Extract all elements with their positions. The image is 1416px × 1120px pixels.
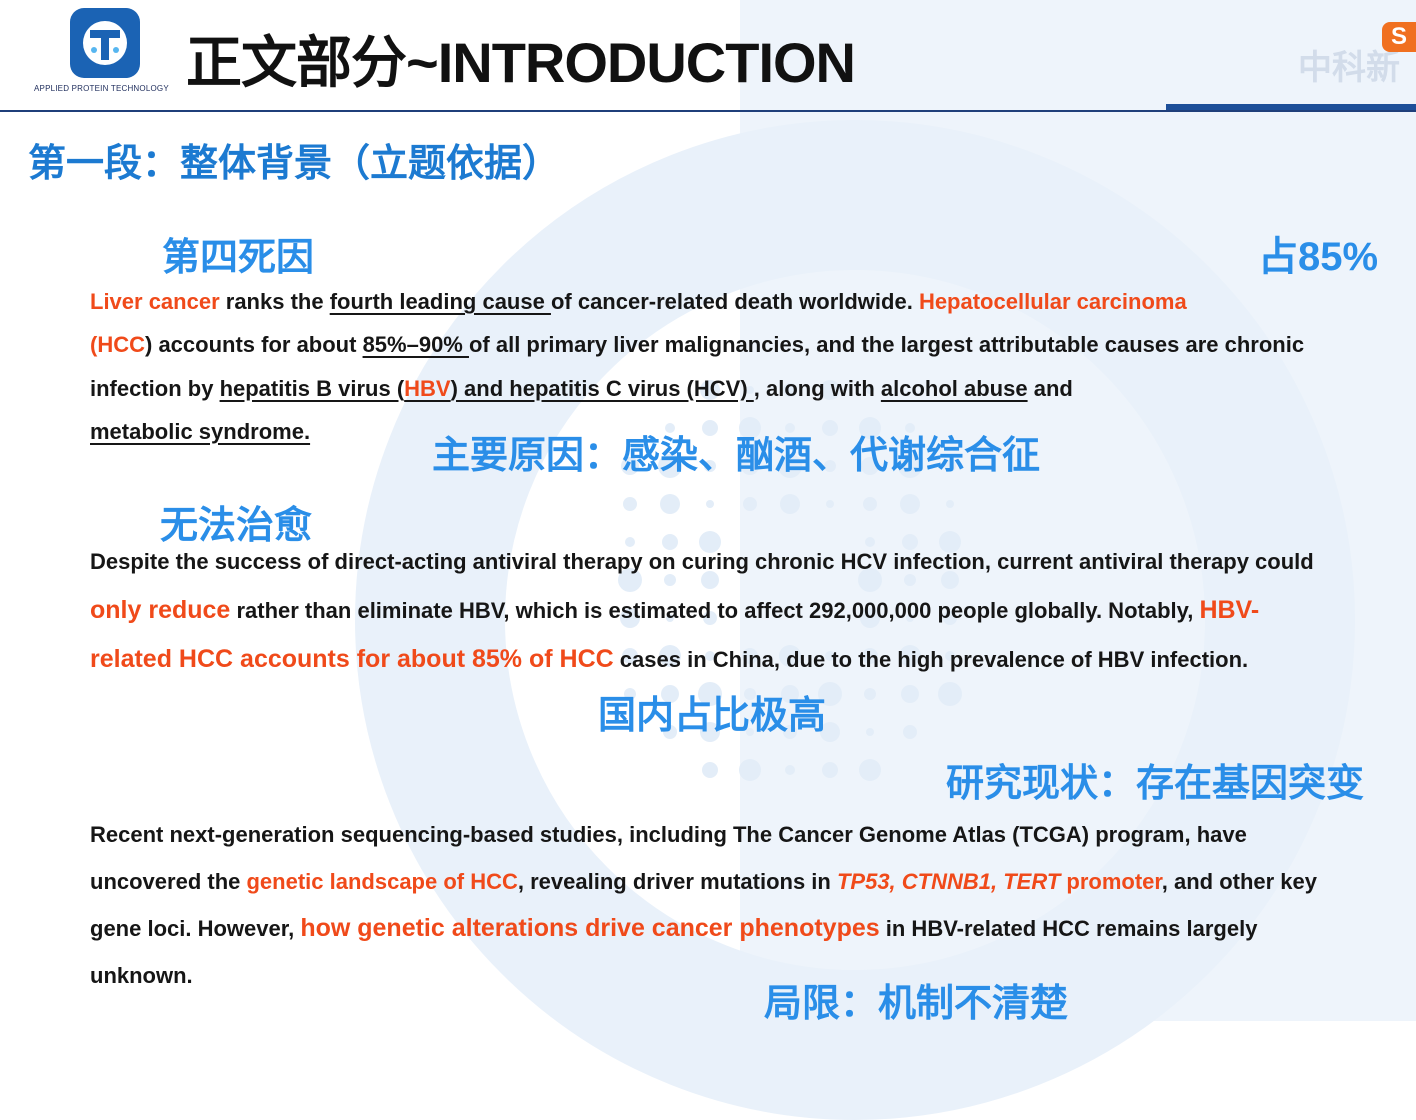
watermark-dot [859, 759, 881, 781]
watermark-dot [702, 762, 718, 778]
watermark-dot [785, 765, 795, 775]
paragraph-genetic-landscape: Recent next-generation sequencing-based … [90, 822, 1318, 988]
watermark-dot [901, 685, 919, 703]
slide-title: 正文部分~INTRODUCTION [186, 31, 856, 94]
watermark-dot [826, 500, 834, 508]
watermark-dot [743, 497, 757, 511]
logo-caption: APPLIED PROTEIN TECHNOLOGY [34, 84, 169, 93]
watermark-dot [903, 725, 917, 739]
note-research-status: 研究现状：存在基因突变 [946, 763, 1365, 805]
watermark-dot [866, 728, 874, 736]
company-logo [70, 8, 140, 78]
watermark-dot [900, 494, 920, 514]
paragraph-liver-cancer-background: Liver cancer ranks the fourth leading ca… [90, 289, 1305, 444]
watermark-dot [822, 762, 838, 778]
header-accent-bar [1166, 104, 1416, 110]
watermark-dot [706, 500, 714, 508]
watermark-dot [739, 759, 761, 781]
paragraph-hbv-therapy: Despite the success of direct-acting ant… [90, 549, 1314, 673]
watermark-dot [780, 494, 800, 514]
watermark-dot [863, 497, 877, 511]
watermark-dot [623, 497, 637, 511]
note-fourth-cause: 第四死因 [162, 237, 315, 279]
watermark-dot [864, 688, 876, 700]
section-heading: 第一段：整体背景（立题依据） [28, 143, 561, 185]
watermark-dot [938, 682, 962, 706]
header-divider [0, 110, 1416, 112]
watermark-dot [660, 494, 680, 514]
watermark-dot [946, 500, 954, 508]
input-method-badge-icon: S [1382, 22, 1416, 52]
note-domestic-high: 国内占比极高 [598, 695, 827, 737]
note-85-percent: 占85% [1258, 235, 1379, 279]
